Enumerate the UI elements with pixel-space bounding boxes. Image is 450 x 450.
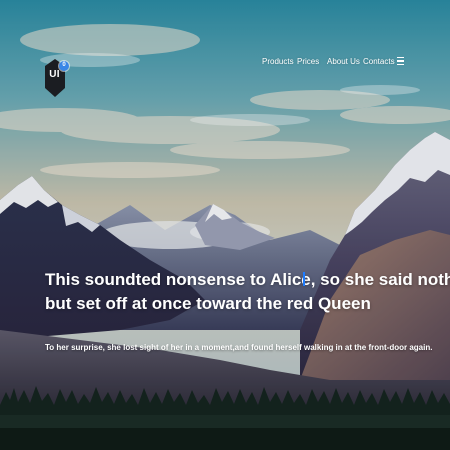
nav-item-contacts[interactable]: Contacts — [363, 57, 395, 66]
hamburger-menu-icon[interactable] — [396, 57, 406, 67]
hero-subtext: To her surprise, she lost sight of her i… — [45, 343, 433, 352]
hero-headline-line-1: This soundted nonsense to Alice, so she … — [45, 270, 450, 289]
nav-item-products[interactable]: Products — [262, 57, 294, 66]
nav-item-prices[interactable]: Prices — [297, 57, 319, 66]
top-navigation: Products Prices About Us Contacts — [0, 57, 450, 71]
text-cursor — [303, 272, 305, 286]
nav-item-about-us[interactable]: About Us — [327, 57, 360, 66]
hero-section: UI 0 Products Prices About Us Contacts T… — [0, 0, 450, 450]
hero-headline: This soundted nonsense to Alice, so she … — [45, 268, 450, 316]
hero-headline-line-2: but set off at once toward the red Queen — [45, 294, 371, 313]
